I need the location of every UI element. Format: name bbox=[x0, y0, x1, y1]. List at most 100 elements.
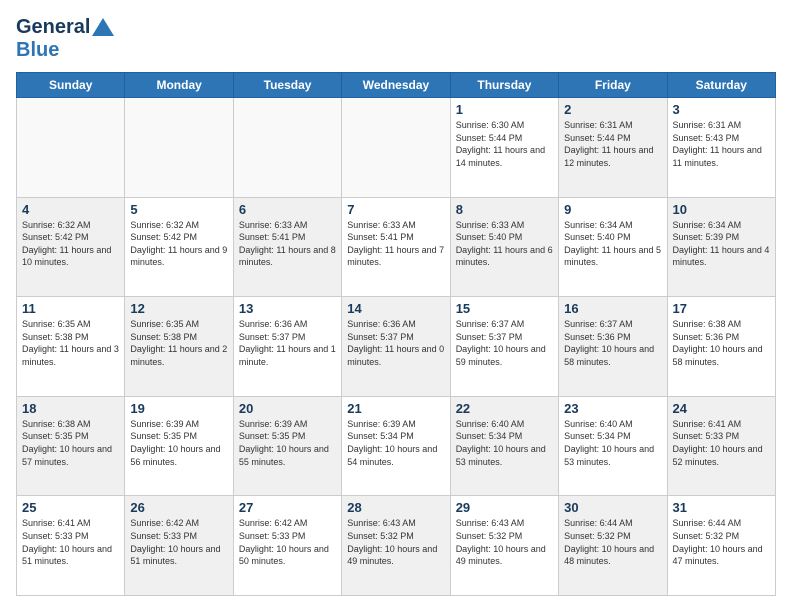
day-number: 9 bbox=[564, 202, 661, 217]
day-header-sunday: Sunday bbox=[17, 73, 125, 98]
cell-info: Sunrise: 6:33 AMSunset: 5:41 PMDaylight:… bbox=[239, 219, 336, 269]
day-number: 29 bbox=[456, 500, 553, 515]
cell-info: Sunrise: 6:42 AMSunset: 5:33 PMDaylight:… bbox=[130, 517, 227, 567]
calendar-cell: 26Sunrise: 6:42 AMSunset: 5:33 PMDayligh… bbox=[125, 496, 233, 596]
cell-info: Sunrise: 6:33 AMSunset: 5:41 PMDaylight:… bbox=[347, 219, 444, 269]
header: General Blue bbox=[16, 16, 776, 62]
day-number: 8 bbox=[456, 202, 553, 217]
calendar-cell bbox=[342, 98, 450, 198]
calendar-cell: 6 Sunrise: 6:33 AMSunset: 5:41 PMDaylight… bbox=[233, 197, 341, 297]
cell-info: Sunrise: 6:32 AMSunset: 5:42 PMDaylight:… bbox=[22, 219, 119, 269]
cell-info: Sunrise: 6:38 AMSunset: 5:36 PMDaylight:… bbox=[673, 318, 770, 368]
cell-info: Sunrise: 6:35 AMSunset: 5:38 PMDaylight:… bbox=[130, 318, 227, 368]
page: General Blue SundayMondayTuesdayWednesda… bbox=[0, 0, 792, 612]
cell-info: Sunrise: 6:35 AMSunset: 5:38 PMDaylight:… bbox=[22, 318, 119, 368]
day-number: 14 bbox=[347, 301, 444, 316]
day-number: 2 bbox=[564, 102, 661, 117]
cell-info: Sunrise: 6:41 AMSunset: 5:33 PMDaylight:… bbox=[22, 517, 119, 567]
calendar-cell: 28Sunrise: 6:43 AMSunset: 5:32 PMDayligh… bbox=[342, 496, 450, 596]
cell-info: Sunrise: 6:41 AMSunset: 5:33 PMDaylight:… bbox=[673, 418, 770, 468]
calendar-cell bbox=[17, 98, 125, 198]
calendar-cell: 20 Sunrise: 6:39 AMSunset: 5:35 PMDayligh… bbox=[233, 396, 341, 496]
calendar-cell bbox=[125, 98, 233, 198]
calendar-cell: 14Sunrise: 6:36 AMSunset: 5:37 PMDayligh… bbox=[342, 297, 450, 397]
calendar-cell: 3 Sunrise: 6:31 AMSunset: 5:43 PMDaylight… bbox=[667, 98, 775, 198]
cell-info: Sunrise: 6:33 AMSunset: 5:40 PMDaylight:… bbox=[456, 219, 553, 269]
day-number: 25 bbox=[22, 500, 119, 515]
logo-icon bbox=[92, 18, 114, 36]
cell-info: Sunrise: 6:43 AMSunset: 5:32 PMDaylight:… bbox=[456, 517, 553, 567]
day-number: 18 bbox=[22, 401, 119, 416]
day-number: 7 bbox=[347, 202, 444, 217]
cell-info: Sunrise: 6:43 AMSunset: 5:32 PMDaylight:… bbox=[347, 517, 444, 567]
calendar-table: SundayMondayTuesdayWednesdayThursdayFrid… bbox=[16, 72, 776, 596]
day-number: 13 bbox=[239, 301, 336, 316]
calendar-cell bbox=[233, 98, 341, 198]
calendar-cell: 27Sunrise: 6:42 AMSunset: 5:33 PMDayligh… bbox=[233, 496, 341, 596]
cell-info: Sunrise: 6:32 AMSunset: 5:42 PMDaylight:… bbox=[130, 219, 227, 269]
calendar-cell: 11 Sunrise: 6:35 AMSunset: 5:38 PMDayligh… bbox=[17, 297, 125, 397]
day-header-wednesday: Wednesday bbox=[342, 73, 450, 98]
logo-general: General bbox=[16, 16, 90, 39]
calendar-week-1: 1Sunrise: 6:30 AMSunset: 5:44 PMDaylight… bbox=[17, 98, 776, 198]
calendar-cell: 23 Sunrise: 6:40 AMSunset: 5:34 PMDayligh… bbox=[559, 396, 667, 496]
cell-info: Sunrise: 6:40 AMSunset: 5:34 PMDaylight:… bbox=[456, 418, 553, 468]
calendar-cell: 22Sunrise: 6:40 AMSunset: 5:34 PMDayligh… bbox=[450, 396, 558, 496]
day-number: 16 bbox=[564, 301, 661, 316]
day-header-saturday: Saturday bbox=[667, 73, 775, 98]
calendar-cell: 19 Sunrise: 6:39 AMSunset: 5:35 PMDayligh… bbox=[125, 396, 233, 496]
cell-info: Sunrise: 6:39 AMSunset: 5:35 PMDaylight:… bbox=[130, 418, 227, 468]
day-number: 20 bbox=[239, 401, 336, 416]
calendar-cell: 18Sunrise: 6:38 AMSunset: 5:35 PMDayligh… bbox=[17, 396, 125, 496]
calendar-week-5: 25 Sunrise: 6:41 AMSunset: 5:33 PMDayligh… bbox=[17, 496, 776, 596]
day-number: 4 bbox=[22, 202, 119, 217]
day-number: 5 bbox=[130, 202, 227, 217]
calendar-header-row: SundayMondayTuesdayWednesdayThursdayFrid… bbox=[17, 73, 776, 98]
calendar-week-3: 11 Sunrise: 6:35 AMSunset: 5:38 PMDayligh… bbox=[17, 297, 776, 397]
calendar-cell: 13 Sunrise: 6:36 AMSunset: 5:37 PMDayligh… bbox=[233, 297, 341, 397]
day-number: 12 bbox=[130, 301, 227, 316]
logo-blue: Blue bbox=[16, 39, 59, 61]
day-header-monday: Monday bbox=[125, 73, 233, 98]
calendar-cell: 31Sunrise: 6:44 AMSunset: 5:32 PMDayligh… bbox=[667, 496, 775, 596]
calendar-cell: 1Sunrise: 6:30 AMSunset: 5:44 PMDaylight… bbox=[450, 98, 558, 198]
day-number: 15 bbox=[456, 301, 553, 316]
calendar-cell: 7 Sunrise: 6:33 AMSunset: 5:41 PMDaylight… bbox=[342, 197, 450, 297]
calendar-cell: 5 Sunrise: 6:32 AMSunset: 5:42 PMDaylight… bbox=[125, 197, 233, 297]
calendar-cell: 29 Sunrise: 6:43 AMSunset: 5:32 PMDayligh… bbox=[450, 496, 558, 596]
day-number: 24 bbox=[673, 401, 770, 416]
cell-info: Sunrise: 6:34 AMSunset: 5:39 PMDaylight:… bbox=[673, 219, 770, 269]
calendar-week-4: 18Sunrise: 6:38 AMSunset: 5:35 PMDayligh… bbox=[17, 396, 776, 496]
calendar-cell: 30 Sunrise: 6:44 AMSunset: 5:32 PMDayligh… bbox=[559, 496, 667, 596]
cell-info: Sunrise: 6:42 AMSunset: 5:33 PMDaylight:… bbox=[239, 517, 336, 567]
day-header-tuesday: Tuesday bbox=[233, 73, 341, 98]
cell-info: Sunrise: 6:34 AMSunset: 5:40 PMDaylight:… bbox=[564, 219, 661, 269]
calendar-cell: 8 Sunrise: 6:33 AMSunset: 5:40 PMDaylight… bbox=[450, 197, 558, 297]
cell-info: Sunrise: 6:37 AMSunset: 5:37 PMDaylight:… bbox=[456, 318, 553, 368]
cell-info: Sunrise: 6:39 AMSunset: 5:34 PMDaylight:… bbox=[347, 418, 444, 468]
cell-info: Sunrise: 6:40 AMSunset: 5:34 PMDaylight:… bbox=[564, 418, 661, 468]
day-number: 30 bbox=[564, 500, 661, 515]
day-number: 23 bbox=[564, 401, 661, 416]
calendar-cell: 24 Sunrise: 6:41 AMSunset: 5:33 PMDayligh… bbox=[667, 396, 775, 496]
day-number: 1 bbox=[456, 102, 553, 117]
day-number: 11 bbox=[22, 301, 119, 316]
calendar-cell: 21Sunrise: 6:39 AMSunset: 5:34 PMDayligh… bbox=[342, 396, 450, 496]
cell-info: Sunrise: 6:31 AMSunset: 5:43 PMDaylight:… bbox=[673, 119, 770, 169]
day-number: 19 bbox=[130, 401, 227, 416]
calendar-cell: 9 Sunrise: 6:34 AMSunset: 5:40 PMDaylight… bbox=[559, 197, 667, 297]
cell-info: Sunrise: 6:44 AMSunset: 5:32 PMDaylight:… bbox=[564, 517, 661, 567]
cell-info: Sunrise: 6:36 AMSunset: 5:37 PMDaylight:… bbox=[239, 318, 336, 368]
day-header-friday: Friday bbox=[559, 73, 667, 98]
calendar-cell: 2 Sunrise: 6:31 AMSunset: 5:44 PMDaylight… bbox=[559, 98, 667, 198]
cell-info: Sunrise: 6:39 AMSunset: 5:35 PMDaylight:… bbox=[239, 418, 336, 468]
day-number: 6 bbox=[239, 202, 336, 217]
calendar-cell: 25 Sunrise: 6:41 AMSunset: 5:33 PMDayligh… bbox=[17, 496, 125, 596]
calendar-cell: 15 Sunrise: 6:37 AMSunset: 5:37 PMDayligh… bbox=[450, 297, 558, 397]
day-header-thursday: Thursday bbox=[450, 73, 558, 98]
calendar-cell: 12 Sunrise: 6:35 AMSunset: 5:38 PMDayligh… bbox=[125, 297, 233, 397]
day-number: 3 bbox=[673, 102, 770, 117]
calendar-cell: 17Sunrise: 6:38 AMSunset: 5:36 PMDayligh… bbox=[667, 297, 775, 397]
cell-info: Sunrise: 6:31 AMSunset: 5:44 PMDaylight:… bbox=[564, 119, 661, 169]
calendar-cell: 4 Sunrise: 6:32 AMSunset: 5:42 PMDaylight… bbox=[17, 197, 125, 297]
